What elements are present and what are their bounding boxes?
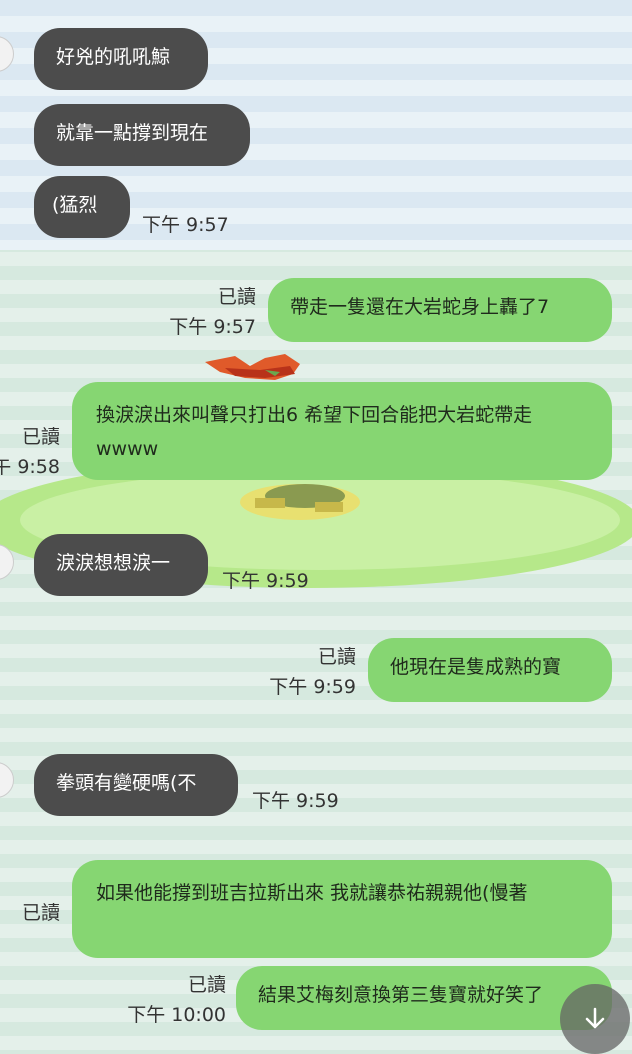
avatar-icon[interactable] bbox=[0, 762, 14, 798]
message-incoming[interactable]: 就靠一點撐到現在 bbox=[34, 104, 250, 166]
message-incoming[interactable]: (猛烈 bbox=[34, 176, 130, 238]
message-time: 下午 9:59 bbox=[269, 676, 356, 698]
message-meta: 下午 9:59 bbox=[222, 566, 342, 596]
message-incoming[interactable]: 淚淚想想淚一 bbox=[34, 534, 208, 596]
message-time: 下午 10:00 bbox=[127, 1004, 226, 1026]
message-text: 他現在是隻成熟的寶 bbox=[390, 656, 562, 678]
message-meta: 已讀 下午 10:00 bbox=[100, 970, 226, 1030]
message-text: 好兇的吼吼鯨 bbox=[56, 46, 171, 68]
read-receipt: 已讀 bbox=[317, 646, 356, 668]
message-incoming[interactable]: 拳頭有變硬嗎(不 bbox=[34, 754, 238, 816]
message-time: 下午 9:59 bbox=[252, 790, 339, 812]
message-outgoing[interactable]: 換淚淚出來叫聲只打出6 希望下回合能把大岩蛇帶走wwww bbox=[72, 382, 612, 480]
message-meta: 已讀 下午 9:57 bbox=[130, 282, 256, 342]
read-receipt: 已讀 bbox=[21, 902, 60, 924]
message-outgoing[interactable]: 他現在是隻成熟的寶 bbox=[368, 638, 612, 702]
message-text: 結果艾梅刻意換第三隻寶就好笑了 bbox=[258, 984, 544, 1006]
message-text: 淚淚想想淚一 bbox=[56, 552, 171, 574]
message-outgoing[interactable]: 帶走一隻還在大岩蛇身上轟了7 bbox=[268, 278, 612, 342]
message-meta: 下午 9:59 bbox=[252, 786, 372, 816]
read-receipt: 已讀 bbox=[217, 286, 256, 308]
scroll-to-bottom-button[interactable] bbox=[560, 984, 630, 1054]
message-meta: 已讀 下午 9:59 bbox=[230, 642, 356, 702]
message-text: 拳頭有變硬嗎(不 bbox=[56, 772, 197, 794]
read-receipt: 已讀 bbox=[21, 426, 60, 448]
wallpaper-creature-bottom bbox=[240, 484, 360, 520]
message-outgoing[interactable]: 結果艾梅刻意換第三隻寶就好笑了 bbox=[236, 966, 612, 1030]
message-text: 就靠一點撐到現在 bbox=[56, 122, 209, 144]
message-time: 下午 9:58 bbox=[0, 456, 60, 478]
message-incoming[interactable]: 好兇的吼吼鯨 bbox=[34, 28, 208, 90]
message-time: 下午 9:57 bbox=[142, 214, 229, 236]
message-text: (猛烈 bbox=[52, 194, 98, 216]
message-text: 換淚淚出來叫聲只打出6 希望下回合能把大岩蛇帶走wwww bbox=[96, 404, 533, 460]
message-meta: 下午 9:57 bbox=[142, 210, 262, 240]
message-outgoing[interactable]: 如果他能撐到班吉拉斯出來 我就讓恭祐親親他(慢著 bbox=[72, 860, 612, 958]
message-time: 下午 9:59 bbox=[222, 570, 309, 592]
message-text: 如果他能撐到班吉拉斯出來 我就讓恭祐親親他(慢著 bbox=[96, 882, 528, 904]
wallpaper-creature-top bbox=[205, 354, 300, 380]
read-receipt: 已讀 bbox=[187, 974, 226, 996]
arrow-down-icon bbox=[585, 1007, 605, 1029]
message-meta: 已讀 下午 9:58 bbox=[0, 422, 60, 482]
message-meta: 已讀 bbox=[0, 898, 60, 928]
message-text: 帶走一隻還在大岩蛇身上轟了7 bbox=[290, 296, 550, 318]
message-time: 下午 9:57 bbox=[169, 316, 256, 338]
